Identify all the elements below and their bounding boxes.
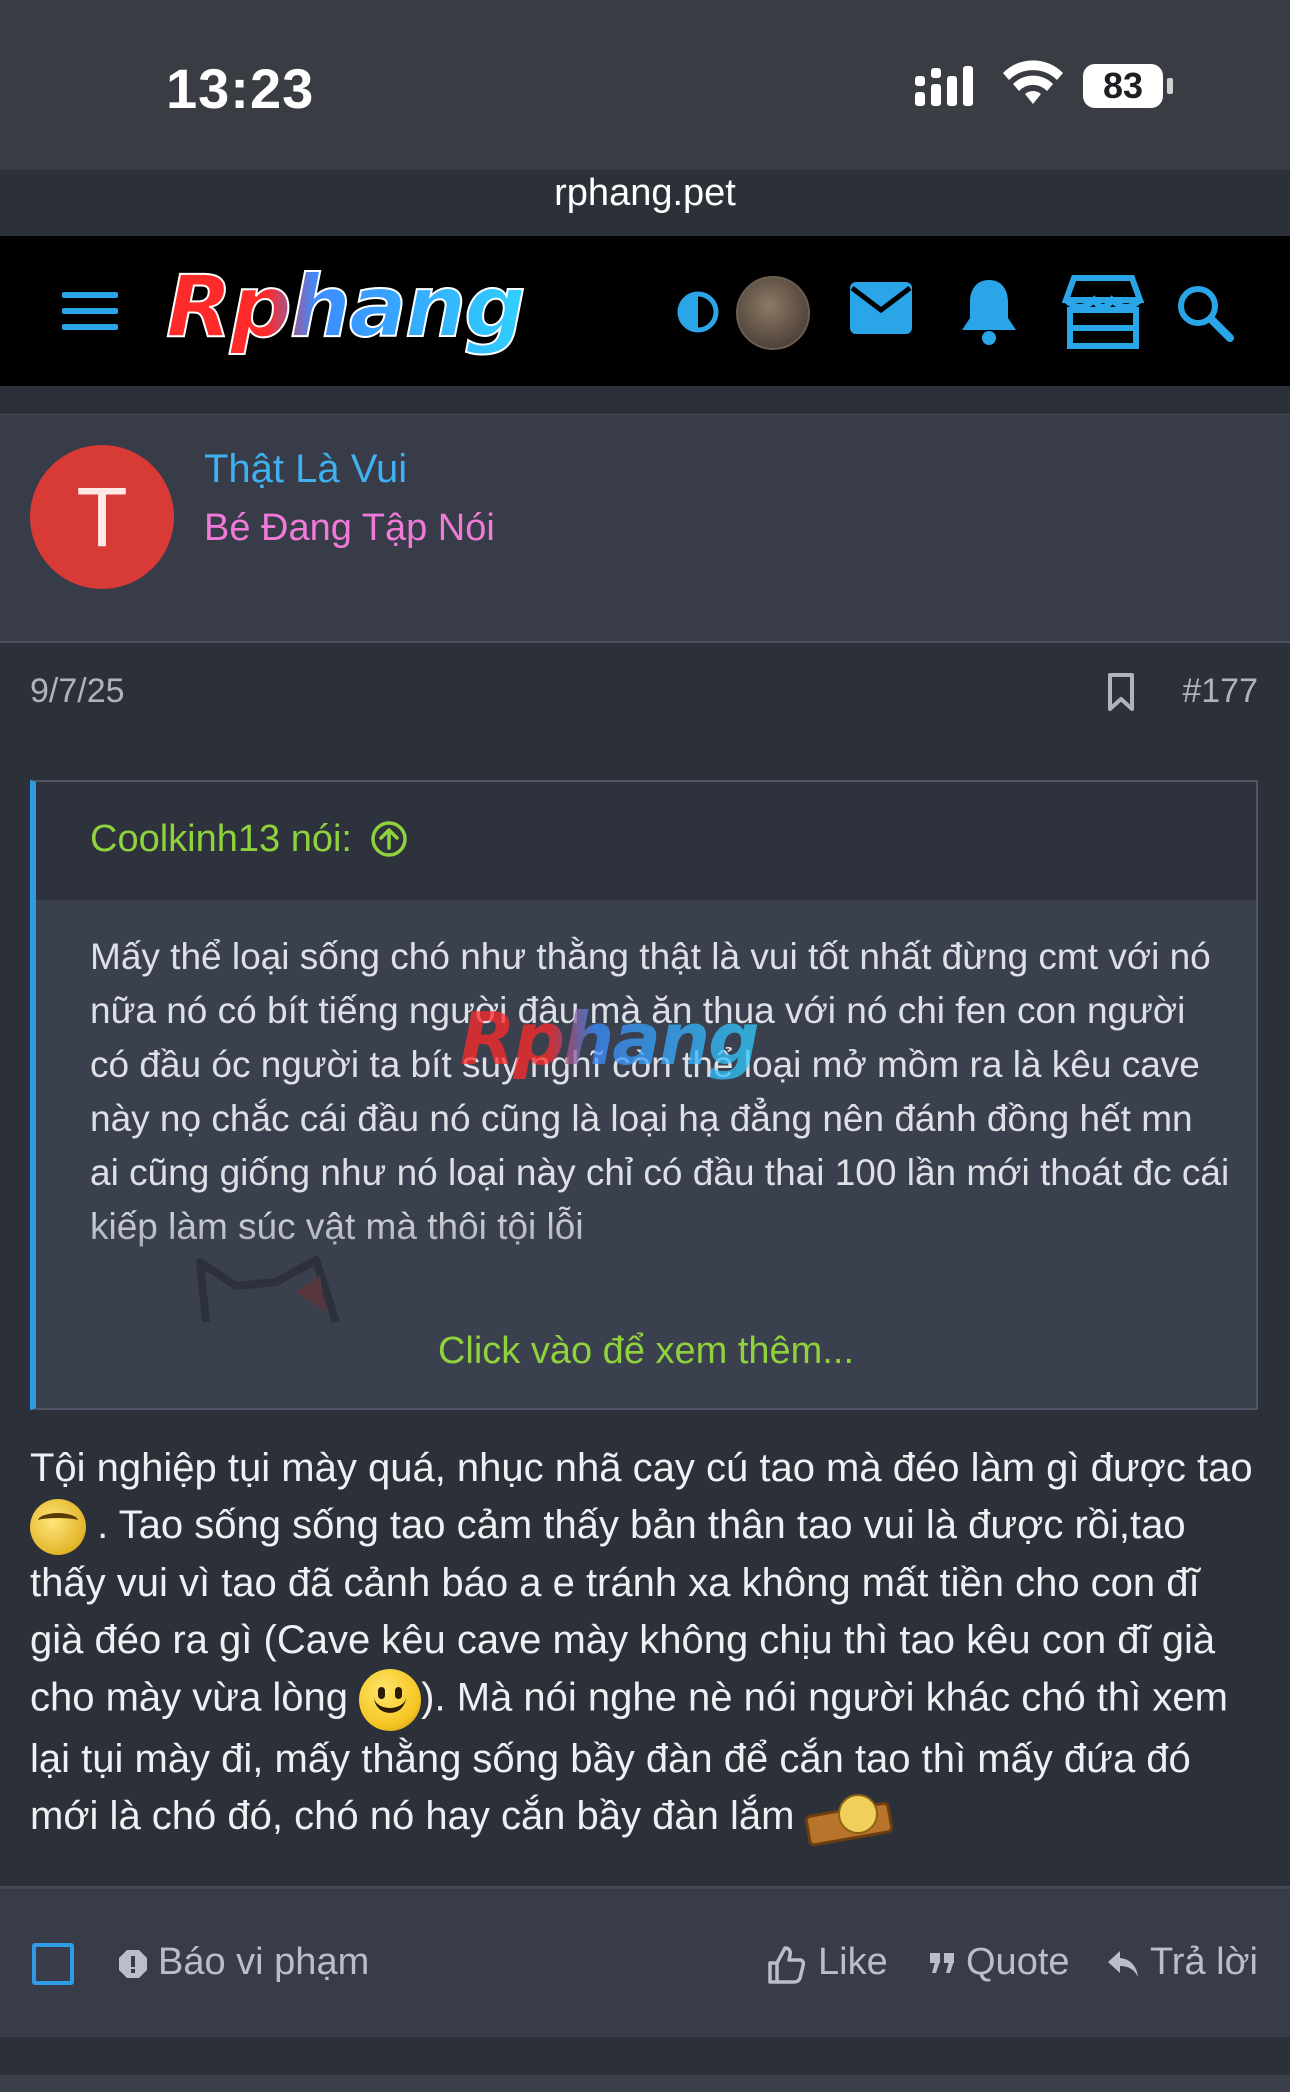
sign-emoji-icon — [803, 1793, 894, 1848]
status-bar: 13:23 83 rphang.pet — [0, 0, 1290, 214]
svg-text:Rphang: Rphang — [460, 1000, 758, 1081]
bell-icon[interactable] — [958, 276, 1020, 346]
status-time: 13:23 — [166, 57, 315, 120]
store-icon[interactable] — [1060, 274, 1146, 350]
wifi-icon — [1003, 60, 1063, 104]
post-actions-bar: Báo vi phạm Like Quote Trả lời — [0, 1889, 1290, 2037]
select-post-checkbox[interactable] — [32, 1943, 74, 1985]
arrow-up-circle-icon[interactable] — [370, 820, 408, 858]
menu-icon[interactable] — [62, 292, 118, 332]
post-content: Tội nghiệp tụi mày quá, nhục nhã cay cú … — [30, 1440, 1260, 1848]
svg-text:Rphang: Rphang — [166, 262, 524, 357]
quote-author[interactable]: Coolkinh13 nói: — [90, 818, 352, 861]
bookmark-icon[interactable] — [1106, 672, 1136, 712]
cellular-signal-icon — [915, 66, 973, 106]
watermark-logo: Rphang — [460, 1000, 760, 1081]
mail-icon[interactable] — [848, 280, 914, 336]
like-icon[interactable] — [766, 1945, 806, 1985]
site-logo[interactable]: Rphang — [162, 262, 630, 362]
post-number[interactable]: #177 — [1182, 672, 1258, 711]
author-name[interactable]: Thật Là Vui — [204, 447, 407, 492]
battery-indicator: 83 — [1083, 64, 1175, 108]
post-author-header: T Thật Là Vui Bé Đang Tập Nói — [0, 414, 1290, 643]
battery-level: 83 — [1102, 65, 1144, 106]
search-icon[interactable] — [1174, 282, 1234, 342]
quote-button[interactable]: Quote — [966, 1941, 1070, 1984]
site-navbar: Rphang — [0, 236, 1290, 386]
thinking-emoji-icon — [30, 1499, 86, 1556]
report-button[interactable]: Báo vi phạm — [158, 1941, 369, 1984]
author-title: Bé Đang Tập Nói — [204, 507, 495, 549]
contrast-icon[interactable] — [676, 290, 720, 334]
author-avatar[interactable]: T — [30, 445, 174, 589]
browser-url[interactable]: rphang.pet — [0, 170, 1290, 214]
watermark-cat — [196, 1256, 340, 1324]
quote-icon[interactable] — [928, 1951, 956, 1977]
quote-header: Coolkinh13 nói: — [36, 782, 1256, 900]
user-avatar[interactable] — [736, 276, 810, 350]
report-icon[interactable] — [118, 1949, 148, 1979]
expand-quote-link[interactable]: Click vào để xem thêm... — [36, 1330, 1256, 1373]
reply-button[interactable]: Trả lời — [1150, 1941, 1258, 1984]
smile-emoji-icon — [359, 1669, 422, 1732]
reply-icon[interactable] — [1106, 1949, 1140, 1979]
like-button[interactable]: Like — [818, 1941, 888, 1984]
post-date[interactable]: 9/7/25 — [30, 672, 125, 711]
